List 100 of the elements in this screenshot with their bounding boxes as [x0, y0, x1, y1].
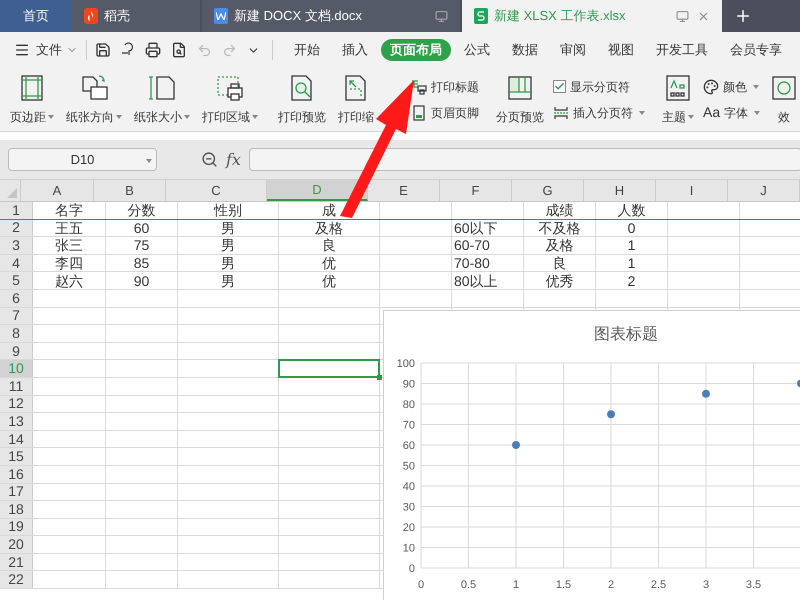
flame-icon: [84, 8, 98, 24]
document-tab[interactable]: 新建 DOCX 文档.docx: [202, 0, 460, 32]
fill-handle[interactable]: [377, 374, 382, 380]
insert-break-icon: [553, 104, 569, 120]
ribbon-tab[interactable]: 插入: [333, 39, 377, 61]
column-header[interactable]: I: [656, 180, 728, 201]
ribbon-tab[interactable]: 会员专享: [721, 39, 791, 61]
table-cell-text: 不及格: [538, 220, 582, 236]
row-header[interactable]: 20: [0, 536, 33, 553]
ribbon-tab[interactable]: 视图: [599, 39, 643, 61]
column-header[interactable]: H: [584, 180, 656, 201]
column-header[interactable]: B: [94, 180, 166, 201]
monitor-icon[interactable]: [676, 10, 689, 22]
print-icon[interactable]: [145, 42, 161, 58]
new-tab-icon[interactable]: [734, 7, 752, 25]
row-header[interactable]: 18: [0, 501, 33, 518]
row-header[interactable]: 8: [0, 325, 33, 342]
row-header[interactable]: 22: [0, 571, 33, 588]
table-cell-text: 李四: [54, 254, 84, 272]
row-header[interactable]: 3: [0, 237, 33, 254]
ribbon-button[interactable]: 页眉页脚: [411, 102, 479, 122]
axis-tick-label: 20: [402, 522, 415, 534]
table-cell-text: 良: [321, 237, 337, 254]
column-header[interactable]: F: [440, 180, 512, 201]
axis-tick-label: 50: [402, 460, 415, 472]
checkbox[interactable]: [553, 80, 566, 93]
axis-tick-label: 0.5: [460, 579, 476, 591]
axis-tick-label: 70: [402, 420, 415, 432]
table-cell-text: 男: [220, 254, 236, 272]
document-tab[interactable]: 首页: [0, 0, 72, 32]
row-header[interactable]: 1: [0, 202, 33, 219]
ribbon-button[interactable]: 打印区域: [196, 73, 264, 126]
document-tab[interactable]: 稻壳: [72, 0, 200, 32]
ribbon-tab[interactable]: 公式: [455, 39, 499, 61]
ribbon-button[interactable]: 效: [763, 73, 800, 126]
table-cell-text: 优秀: [544, 272, 574, 289]
table-cell-text: 名字: [54, 202, 84, 219]
ribbon-tab[interactable]: 审阅: [551, 39, 595, 61]
ribbon-button[interactable]: 页边距: [4, 73, 60, 126]
table-cell-text: 1: [626, 237, 636, 254]
table-cell-text: 2: [626, 272, 636, 289]
row-header[interactable]: 4: [0, 254, 33, 272]
table-cell-text: 80以上: [453, 272, 499, 289]
table-cell-text: 及格: [544, 237, 574, 254]
ribbon-button[interactable]: 打印缩: [332, 73, 380, 126]
axis-tick-label: 2: [608, 579, 614, 591]
table-cell-text: 60: [132, 220, 150, 236]
row-header[interactable]: 14: [0, 430, 33, 448]
column-header[interactable]: A: [21, 180, 94, 201]
row-header[interactable]: 15: [0, 448, 33, 465]
function-label[interactable]: fx: [226, 148, 241, 172]
name-box[interactable]: D10: [8, 148, 157, 171]
table-cell-text: 分数: [126, 202, 156, 219]
ribbon-button[interactable]: Aa 字体: [703, 102, 760, 122]
zoom-out-icon[interactable]: [201, 151, 218, 168]
row-header[interactable]: 9: [0, 342, 33, 360]
palette-icon: [703, 78, 719, 94]
table-cell-text: 75: [132, 237, 150, 254]
row-header[interactable]: 21: [0, 554, 33, 570]
column-header[interactable]: G: [512, 180, 584, 201]
row-header[interactable]: 17: [0, 484, 33, 500]
table-cell-text: 70-80: [453, 254, 491, 272]
ribbon-tab[interactable]: 数据: [503, 39, 547, 61]
axis-tick-label: 100: [396, 358, 415, 370]
table-cell-text: 良: [552, 254, 568, 272]
table-cell-text: 1: [626, 254, 636, 272]
column-header[interactable]: J: [728, 180, 800, 201]
ribbon-button[interactable]: 分页预览: [490, 73, 550, 126]
row-header[interactable]: 2: [0, 220, 33, 236]
ribbon-button[interactable]: 主题: [656, 73, 700, 126]
row-header[interactable]: 11: [0, 378, 33, 395]
ribbon-button[interactable]: 纸张方向: [60, 73, 128, 126]
data-point: [607, 410, 615, 418]
save-icon[interactable]: [95, 42, 111, 58]
tab-label: 新建 XLSX 工作表.xlsx: [494, 7, 626, 26]
formula-input[interactable]: [248, 148, 800, 171]
ribbon-button[interactable]: 打印标题: [411, 76, 479, 96]
ribbon-button[interactable]: 打印预览: [272, 73, 332, 126]
ribbon-tab[interactable]: 开始: [285, 39, 329, 61]
menu-icon[interactable]: [14, 42, 30, 58]
row-header[interactable]: 16: [0, 466, 33, 482]
table-cell-text: 男: [220, 237, 236, 254]
data-point: [512, 441, 520, 449]
row-header[interactable]: 13: [0, 413, 33, 430]
table-cell-text: 60-70: [453, 237, 491, 254]
ribbon-button[interactable]: 颜色: [703, 76, 760, 96]
print-preview-icon[interactable]: [171, 42, 187, 58]
monitor-icon[interactable]: [435, 10, 448, 22]
ribbon-button[interactable]: 插入分页符: [553, 102, 645, 122]
row-header[interactable]: 19: [0, 518, 33, 536]
row-header[interactable]: 6: [0, 290, 33, 307]
chart-title: 图表标题: [594, 326, 658, 343]
ribbon-tab[interactable]: 开发工具: [647, 39, 717, 61]
close-icon[interactable]: [697, 10, 710, 22]
ribbon-button[interactable]: 纸张大小: [128, 73, 196, 126]
row-header[interactable]: 7: [0, 308, 33, 324]
row-header[interactable]: 12: [0, 396, 33, 412]
ribbon-button[interactable]: 显示分页符: [553, 76, 645, 96]
file-menu[interactable]: 文件: [36, 40, 78, 60]
row-header[interactable]: 5: [0, 272, 33, 289]
